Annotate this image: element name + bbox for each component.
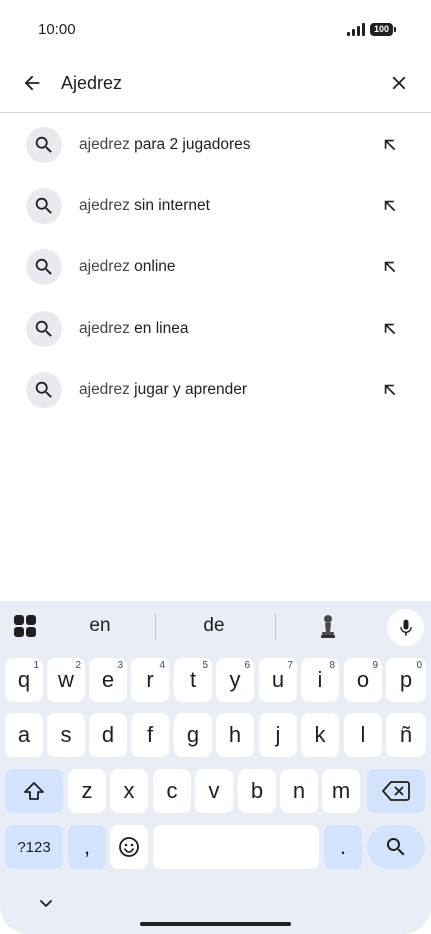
suggestion-item[interactable]: ajedrez sin internet — [0, 175, 431, 236]
back-button[interactable] — [18, 69, 46, 97]
fill-query-button[interactable] — [379, 195, 401, 217]
suggestion-item[interactable]: ajedrez para 2 jugadores — [0, 114, 431, 175]
key-h[interactable]: h — [216, 713, 254, 757]
clear-button[interactable] — [385, 69, 413, 97]
status-bar: 10:00 100 — [0, 0, 431, 58]
emoji-icon — [119, 837, 139, 857]
signal-icon — [346, 22, 365, 36]
status-time: 10:00 — [38, 20, 76, 38]
key-u[interactable]: u7 — [259, 658, 297, 702]
emoji-key[interactable] — [110, 825, 148, 869]
arrow-up-left-icon — [384, 139, 396, 150]
search-icon — [26, 310, 62, 347]
status-icons: 100 — [346, 22, 397, 36]
fill-query-button[interactable] — [379, 379, 401, 401]
key-n[interactable]: n — [280, 769, 318, 813]
keyboard: en de q1 w2 e3 r4 t5 y6 u7 i8 o9 p0 a s … — [0, 601, 431, 934]
keyboard-toolbar: en de — [0, 601, 431, 653]
fill-query-button[interactable] — [379, 318, 401, 340]
key-t[interactable]: t5 — [174, 658, 212, 702]
suggestion-item[interactable]: ajedrez en linea — [0, 298, 431, 359]
arrow-up-left-icon — [384, 384, 396, 396]
fill-query-button[interactable] — [379, 134, 401, 156]
chess-pawn-icon[interactable] — [318, 613, 338, 641]
apps-grid-icon[interactable] — [14, 615, 38, 639]
search-key[interactable] — [367, 825, 425, 869]
key-l[interactable]: l — [344, 713, 382, 757]
key-d[interactable]: d — [89, 713, 127, 757]
period-key[interactable]: . — [324, 825, 362, 869]
home-indicator — [140, 922, 291, 926]
search-icon — [387, 838, 405, 856]
key-m[interactable]: m — [322, 769, 360, 813]
search-icon — [26, 371, 62, 408]
backspace-icon — [382, 781, 410, 801]
search-bar — [0, 58, 431, 113]
key-c[interactable]: c — [153, 769, 191, 813]
close-icon — [392, 76, 406, 90]
word-suggestion[interactable]: en — [60, 615, 140, 637]
shift-key[interactable] — [5, 769, 63, 813]
suggestion-text: ajedrez para 2 jugadores — [79, 135, 251, 153]
arrow-up-left-icon — [384, 261, 396, 273]
symbols-key[interactable]: ?123 — [5, 825, 63, 869]
search-icon — [26, 249, 62, 286]
key-j[interactable]: j — [259, 713, 297, 757]
search-icon — [26, 187, 62, 224]
mic-icon — [399, 619, 412, 635]
mic-button[interactable] — [387, 609, 424, 646]
key-w[interactable]: w2 — [47, 658, 85, 702]
key-z[interactable]: z — [68, 769, 106, 813]
key-k[interactable]: k — [301, 713, 339, 757]
key-q[interactable]: q1 — [5, 658, 43, 702]
suggestion-item[interactable]: ajedrez jugar y aprender — [0, 359, 431, 420]
shift-icon — [24, 782, 44, 800]
key-y[interactable]: y6 — [216, 658, 254, 702]
arrow-back-icon — [24, 75, 40, 91]
suggestion-text: ajedrez jugar y aprender — [79, 380, 248, 398]
search-icon — [26, 126, 62, 163]
chevron-down-icon[interactable] — [36, 897, 56, 911]
key-a[interactable]: a — [5, 713, 43, 757]
key-x[interactable]: x — [110, 769, 148, 813]
key-g[interactable]: g — [174, 713, 212, 757]
search-input[interactable] — [61, 68, 361, 98]
arrow-up-left-icon — [384, 200, 396, 212]
suggestion-list: ajedrez para 2 jugadores ajedrez sin int… — [0, 114, 431, 420]
key-i[interactable]: i8 — [301, 658, 339, 702]
comma-key[interactable]: , — [68, 825, 106, 869]
suggestion-item[interactable]: ajedrez online — [0, 237, 431, 298]
suggestion-text: ajedrez sin internet — [79, 196, 210, 214]
suggestion-text: ajedrez online — [79, 258, 176, 276]
key-e[interactable]: e3 — [89, 658, 127, 702]
key-s[interactable]: s — [47, 713, 85, 757]
divider — [275, 614, 276, 640]
word-suggestion[interactable]: de — [174, 615, 254, 637]
key-n-tilde[interactable]: ñ — [386, 713, 426, 757]
key-p[interactable]: p0 — [386, 658, 426, 702]
key-v[interactable]: v — [195, 769, 233, 813]
arrow-up-left-icon — [384, 323, 396, 334]
key-f[interactable]: f — [131, 713, 169, 757]
divider — [155, 614, 156, 640]
fill-query-button[interactable] — [379, 256, 401, 278]
suggestion-text: ajedrez en linea — [79, 319, 189, 337]
space-key[interactable] — [153, 825, 319, 869]
key-b[interactable]: b — [238, 769, 276, 813]
battery-icon: 100 — [369, 22, 397, 36]
key-o[interactable]: o9 — [344, 658, 382, 702]
backspace-key[interactable] — [367, 769, 425, 813]
key-r[interactable]: r4 — [131, 658, 169, 702]
